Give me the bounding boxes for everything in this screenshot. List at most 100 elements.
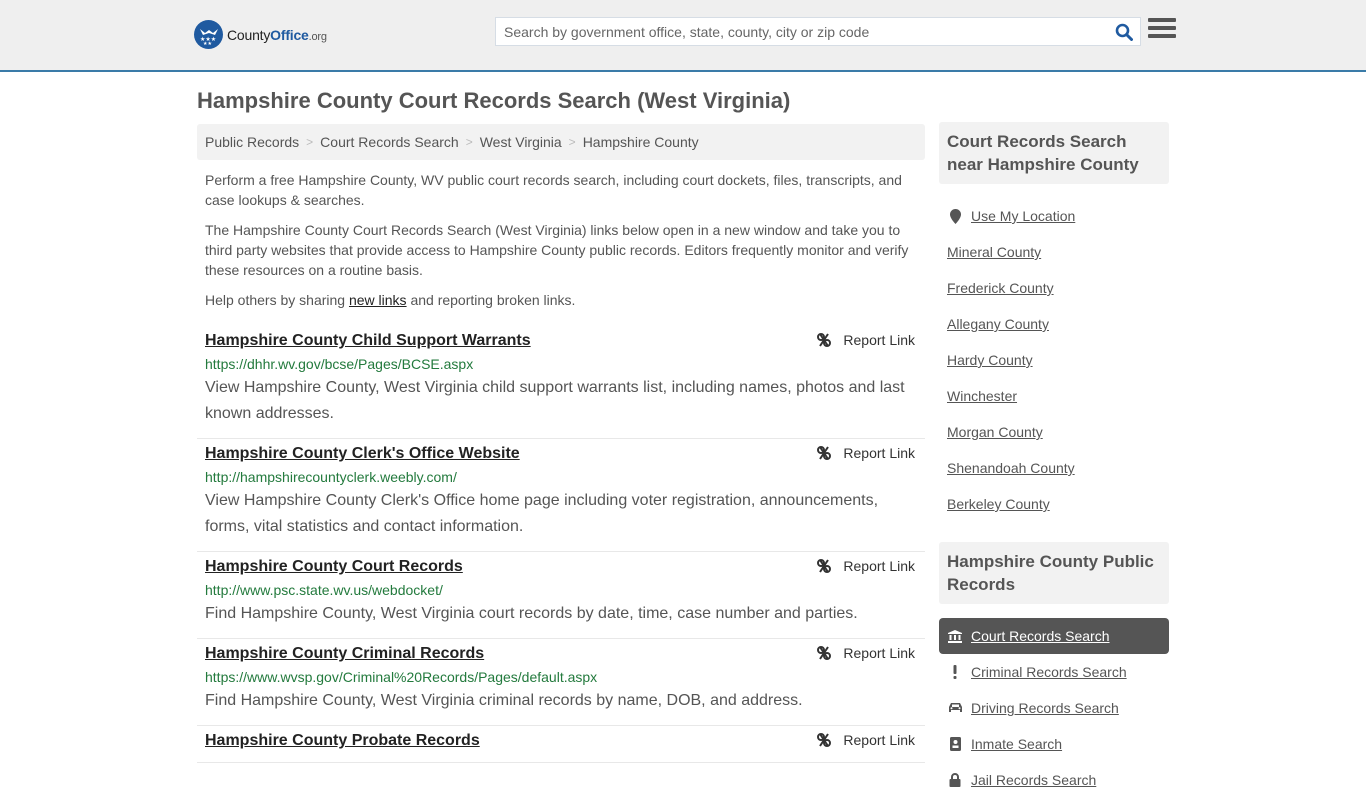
result-url: https://www.wvsp.gov/Criminal%20Records/…: [205, 669, 598, 685]
sidebar-item-jail-records-search[interactable]: Jail Records Search: [939, 762, 1169, 798]
nearby-item[interactable]: Winchester: [939, 378, 1169, 414]
result-title-link[interactable]: Hampshire County Child Support Warrants: [205, 330, 531, 351]
list-item: Hampshire County Probate Records Report …: [197, 726, 925, 763]
nearby-item[interactable]: Allegany County: [939, 306, 1169, 342]
jail-records-search-link[interactable]: Jail Records Search: [971, 772, 1096, 788]
list-item: Hampshire County Criminal Records Report…: [197, 639, 925, 726]
sidebar-item-driving-records-search[interactable]: Driving Records Search: [939, 690, 1169, 726]
sidebar-item-criminal-records-search[interactable]: Criminal Records Search: [939, 654, 1169, 690]
sidebar-item-inmate-search[interactable]: Inmate Search: [939, 726, 1169, 762]
result-url: https://dhhr.wv.gov/bcse/Pages/BCSE.aspx: [205, 356, 474, 372]
result-description: Find Hampshire County, West Virginia cri…: [205, 692, 803, 709]
nearby-heading: Court Records Search near Hampshire Coun…: [939, 122, 1169, 184]
driving-records-search-link[interactable]: Driving Records Search: [971, 700, 1119, 716]
list-item: Hampshire County Clerk's Office Website …: [197, 439, 925, 552]
sidebar-item-court-records-search[interactable]: Court Records Search: [939, 618, 1169, 654]
nearby-link-berkeley-county[interactable]: Berkeley County: [947, 496, 1050, 512]
nearby-link-frederick-county[interactable]: Frederick County: [947, 280, 1054, 296]
breadcrumb-west-virginia[interactable]: West Virginia: [480, 134, 562, 150]
result-title-link[interactable]: Hampshire County Clerk's Office Website: [205, 443, 520, 464]
nearby-item[interactable]: Berkeley County: [939, 486, 1169, 522]
logo-county: County: [227, 26, 271, 43]
nearby-link-morgan-county[interactable]: Morgan County: [947, 424, 1043, 440]
svg-text:★★: ★★: [203, 41, 212, 45]
nearby-link-allegany-county[interactable]: Allegany County: [947, 316, 1049, 332]
broken-link-icon: [817, 646, 832, 660]
breadcrumb-separator-icon: >: [465, 135, 473, 149]
result-title-link[interactable]: Hampshire County Probate Records: [205, 730, 480, 751]
report-link-button[interactable]: Report Link: [816, 558, 915, 574]
search-icon: [1115, 23, 1133, 41]
nearby-link-winchester[interactable]: Winchester: [947, 388, 1017, 404]
result-url: http://www.psc.state.wv.us/webdocket/: [205, 582, 443, 598]
breadcrumb-separator-icon: >: [306, 135, 314, 149]
logo-text: CountyOffice.org: [227, 27, 327, 43]
sidebar: Court Records Search near Hampshire Coun…: [939, 122, 1169, 798]
search-input[interactable]: [496, 18, 1108, 45]
report-link-button[interactable]: Report Link: [816, 332, 915, 348]
result-description: View Hampshire County, West Virginia chi…: [205, 379, 905, 422]
broken-link-icon: [817, 733, 832, 747]
lock-icon: [947, 773, 963, 787]
search-button[interactable]: [1108, 18, 1140, 45]
criminal-records-search-link[interactable]: Criminal Records Search: [971, 664, 1127, 680]
breadcrumb-separator-icon: >: [568, 135, 576, 149]
breadcrumb-hampshire-county[interactable]: Hampshire County: [583, 134, 699, 150]
logo-org: .org: [308, 30, 327, 43]
report-link-label: Report Link: [843, 558, 915, 574]
nearby-item[interactable]: Morgan County: [939, 414, 1169, 450]
report-link-button[interactable]: Report Link: [816, 732, 915, 748]
report-link-label: Report Link: [843, 645, 915, 661]
map-marker-icon: [947, 208, 963, 224]
breadcrumb: Public Records > Court Records Search > …: [197, 124, 925, 160]
results-list: Hampshire County Child Support Warrants …: [197, 326, 925, 763]
new-links-link[interactable]: new links: [349, 292, 407, 308]
result-description: View Hampshire County Clerk's Office hom…: [205, 492, 879, 535]
nearby-link-shenandoah-county[interactable]: Shenandoah County: [947, 460, 1075, 476]
use-my-location-item[interactable]: Use My Location: [939, 198, 1169, 234]
intro-paragraph: The Hampshire County Court Records Searc…: [205, 222, 909, 278]
eagle-stars-logo-icon: ★★★ ★★: [194, 20, 223, 49]
share-text: Help others by sharing: [205, 292, 349, 308]
hamburger-menu-icon-bar: [1148, 34, 1176, 38]
nearby-item[interactable]: Frederick County: [939, 270, 1169, 306]
report-link-label: Report Link: [843, 445, 915, 461]
nearby-link-mineral-county[interactable]: Mineral County: [947, 244, 1041, 260]
intro-paragraph: Perform a free Hampshire County, WV publ…: [205, 172, 902, 208]
public-records-heading: Hampshire County Public Records: [939, 542, 1169, 604]
nearby-item[interactable]: Mineral County: [939, 234, 1169, 270]
result-title-link[interactable]: Hampshire County Criminal Records: [205, 643, 484, 664]
courthouse-icon: [947, 629, 963, 643]
hamburger-menu-button[interactable]: [1148, 18, 1176, 44]
top-header: ★★★ ★★ CountyOffice.org: [0, 0, 1366, 72]
nearby-item[interactable]: Hardy County: [939, 342, 1169, 378]
list-item: Hampshire County Child Support Warrants …: [197, 326, 925, 439]
site-search: [495, 17, 1141, 46]
result-url: http://hampshirecountyclerk.weebly.com/: [205, 469, 457, 485]
public-records-list: Court Records Search Criminal Records Se…: [939, 618, 1169, 798]
hamburger-menu-icon-bar: [1148, 26, 1176, 30]
site-logo[interactable]: ★★★ ★★ CountyOffice.org: [194, 20, 327, 49]
report-link-button[interactable]: Report Link: [816, 445, 915, 461]
result-description: Find Hampshire County, West Virginia cou…: [205, 605, 858, 622]
hamburger-menu-icon-bar: [1148, 18, 1176, 22]
intro-text: Perform a free Hampshire County, WV publ…: [205, 170, 920, 320]
inmate-search-link[interactable]: Inmate Search: [971, 736, 1062, 752]
result-title-link[interactable]: Hampshire County Court Records: [205, 556, 463, 577]
nearby-item[interactable]: Shenandoah County: [939, 450, 1169, 486]
car-icon: [947, 702, 963, 714]
report-link-label: Report Link: [843, 732, 915, 748]
use-my-location-link[interactable]: Use My Location: [971, 208, 1075, 224]
report-link-label: Report Link: [843, 332, 915, 348]
logo-office: Office: [270, 26, 309, 43]
breadcrumb-court-records-search[interactable]: Court Records Search: [320, 134, 459, 150]
share-text: and reporting broken links.: [406, 292, 576, 308]
id-badge-icon: [947, 737, 963, 751]
nearby-link-hardy-county[interactable]: Hardy County: [947, 352, 1033, 368]
broken-link-icon: [817, 559, 832, 573]
court-records-search-link[interactable]: Court Records Search: [971, 628, 1110, 644]
report-link-button[interactable]: Report Link: [816, 645, 915, 661]
breadcrumb-public-records[interactable]: Public Records: [205, 134, 299, 150]
nearby-list: Use My Location Mineral County Frederick…: [939, 198, 1169, 522]
list-item: Hampshire County Court Records Report Li…: [197, 552, 925, 639]
